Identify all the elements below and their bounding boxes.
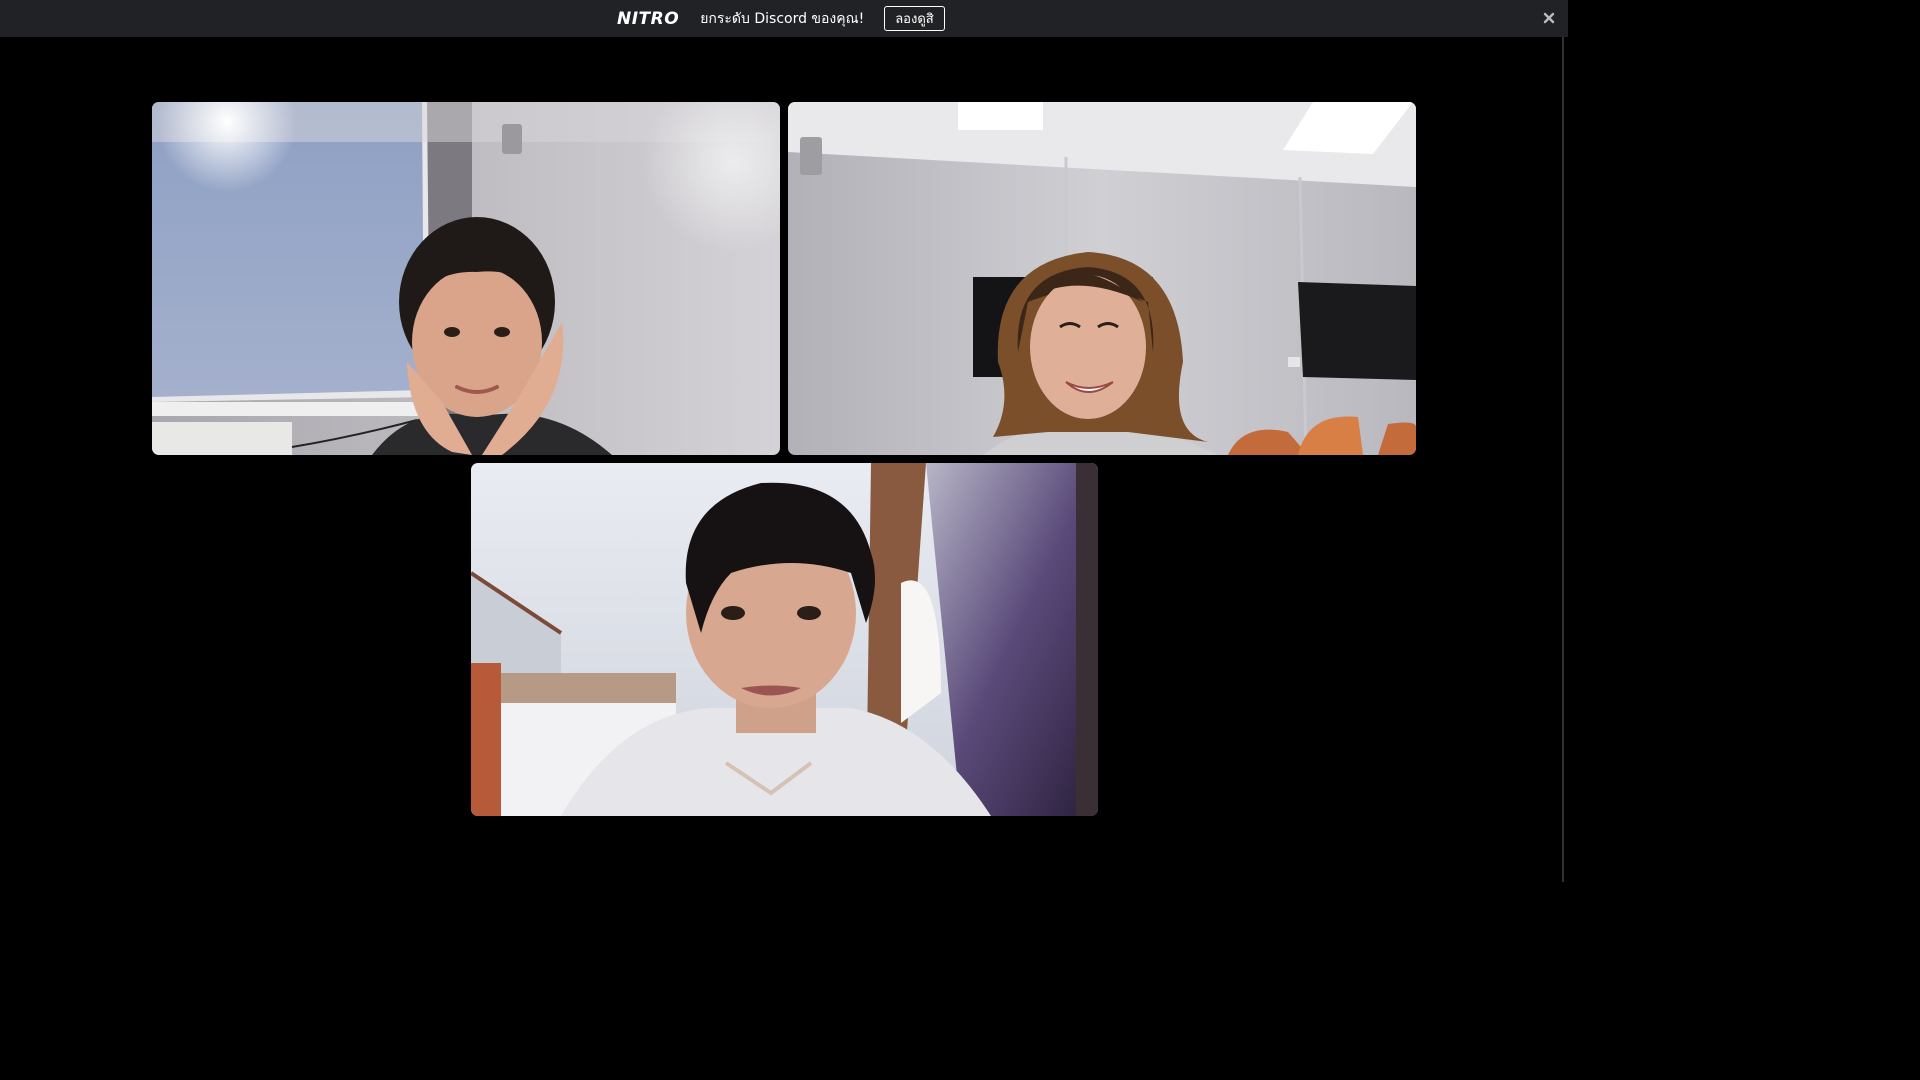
close-icon[interactable] [1542,10,1556,26]
participant-1-video[interactable] [152,102,780,455]
scrollbar[interactable] [1562,37,1564,882]
participant-3-video[interactable] [471,463,1098,816]
nitro-upsell-banner: NITRO ยกระดับ Discord ของคุณ! ลองดูสิ [0,0,1568,37]
participant-2-video[interactable] [788,102,1416,455]
banner-message: ยกระดับ Discord ของคุณ! [700,10,865,27]
try-nitro-button[interactable]: ลองดูสิ [884,6,945,31]
banner-content: NITRO ยกระดับ Discord ของคุณ! ลองดูสิ [617,6,945,31]
nitro-logo: NITRO [617,8,680,29]
